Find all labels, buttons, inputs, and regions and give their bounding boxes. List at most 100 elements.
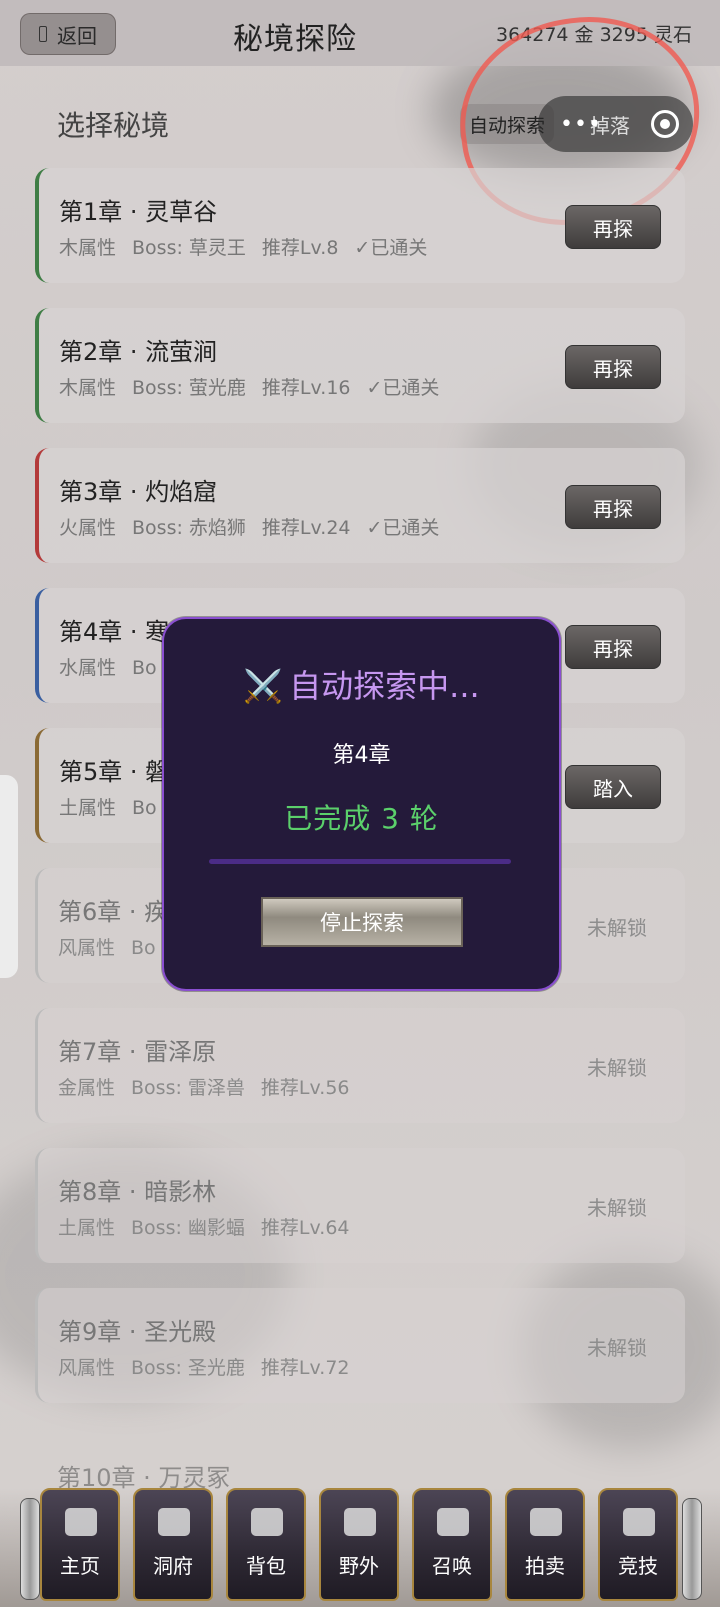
chapter-element: 风属性: [58, 1357, 116, 1379]
nav-icon: [623, 1508, 655, 1536]
chapter-element: 木属性: [59, 377, 117, 399]
nav-label: 野外: [339, 1554, 379, 1578]
chapter-action-button[interactable]: 踏入: [565, 765, 661, 809]
chapter-meta: 木属性 Boss: 草灵王 推荐Lv.8 ✓已通关: [59, 233, 443, 260]
nav-label: 洞府: [153, 1554, 193, 1578]
nav-label: 竞技: [618, 1554, 658, 1578]
chapter-name: 第2章 · 流萤涧: [59, 338, 218, 366]
chapter-status: ✓已通关: [354, 237, 428, 259]
chapter-boss: Boss: 萤光鹿: [132, 377, 246, 399]
chapter-name: 第8章 · 暗影林: [58, 1178, 217, 1206]
nav-icon: [158, 1508, 190, 1536]
chapter-meta: 土属性 Boss: 幽影蝠 推荐Lv.64: [58, 1213, 382, 1240]
modal-progress-bar: [209, 859, 511, 864]
locked-label: 未解锁: [587, 916, 647, 940]
chapter-boss: Boss: 圣光鹿: [131, 1357, 245, 1379]
side-edge-tab[interactable]: [0, 775, 18, 978]
crossed-swords-icon: ⚔️: [243, 667, 284, 705]
chapter-level: 推荐Lv.8: [261, 237, 339, 259]
currency-display: 364274 金 3295 灵石: [495, 24, 692, 46]
chapter-name: 第1章 · 灵草谷: [59, 198, 218, 226]
chapter-card[interactable]: 第7章 · 雷泽原金属性 Boss: 雷泽兽 推荐Lv.56 未解锁: [35, 1008, 685, 1123]
chapter-boss: Bo: [132, 657, 157, 679]
chapter-meta: 木属性 Boss: 萤光鹿 推荐Lv.16 ✓已通关: [59, 373, 455, 400]
nav-icon: [530, 1508, 562, 1536]
chapter-action-button[interactable]: 再探: [565, 625, 661, 669]
chapter-level: 推荐Lv.16: [261, 377, 351, 399]
chapter-name: 第6章 · 疾: [58, 898, 169, 926]
scroll-end-right: [682, 1498, 702, 1600]
chapter-element: 金属性: [58, 1077, 116, 1099]
chapter-meta: 火属性 Boss: 赤焰狮 推荐Lv.24 ✓已通关: [59, 513, 455, 540]
locked-label: 未解锁: [587, 1056, 647, 1080]
locked-label: 未解锁: [587, 1196, 647, 1220]
nav-item[interactable]: 拍卖: [505, 1488, 585, 1601]
chapter-status: ✓已通关: [366, 377, 440, 399]
chapter-element: 风属性: [58, 937, 116, 959]
nav-item[interactable]: 召唤: [412, 1488, 492, 1601]
modal-title-text: 自动探索中...: [289, 667, 480, 705]
chapter-card[interactable]: 第3章 · 灼焰窟 火属性 Boss: 赤焰狮 推荐Lv.24 ✓已通关 再探: [35, 448, 685, 563]
chapter-boss: Boss: 草灵王: [132, 237, 246, 259]
chapter-level: 推荐Lv.56: [260, 1077, 350, 1099]
stop-explore-label: 停止探索: [320, 911, 404, 935]
modal-progress: 已完成 3 轮: [284, 802, 439, 835]
chapter-name: 第3章 · 灼焰窟: [59, 478, 218, 506]
chapter-card[interactable]: 第2章 · 流萤涧木属性 Boss: 萤光鹿 推荐Lv.16 ✓已通关 再探: [35, 308, 685, 423]
nav-icon: [437, 1508, 469, 1536]
chapter-boss: Boss: 雷泽兽: [131, 1077, 245, 1099]
chapter-name: 第9章 · 圣光殿: [58, 1318, 217, 1346]
section-title: 选择秘境: [57, 109, 170, 142]
modal-title: ⚔️ 自动探索中...: [164, 661, 559, 707]
chapter-element: 木属性: [59, 237, 117, 259]
modal-chapter: 第4章: [332, 743, 391, 768]
chapter-meta: 金属性 Boss: 雷泽兽 推荐Lv.56: [58, 1073, 382, 1100]
close-target-icon[interactable]: [651, 110, 679, 138]
nav-icon: [251, 1508, 283, 1536]
chapter-boss: Boss: 幽影蝠: [131, 1217, 245, 1239]
mini-program-capsule[interactable]: ••• 掉落: [538, 96, 693, 152]
chapter-action-button[interactable]: 再探: [565, 485, 661, 529]
chapter-level: 推荐Lv.64: [260, 1217, 350, 1239]
locked-label: 未解锁: [587, 1336, 647, 1360]
auto-explore-label: 自动探索: [468, 114, 545, 137]
chapter-level: 推荐Lv.24: [261, 517, 351, 539]
chapter-element: 土属性: [58, 1217, 116, 1239]
chapter-boss: Bo: [132, 797, 157, 819]
scroll-end-left: [20, 1498, 40, 1600]
chapter-card[interactable]: 第8章 · 暗影林土属性 Boss: 幽影蝠 推荐Lv.64 未解锁: [35, 1148, 685, 1263]
nav-icon: [344, 1508, 376, 1536]
nav-label: 主页: [60, 1554, 100, 1578]
bottom-nav: 主页 洞府 背包 野外 召唤 拍卖 竞技: [0, 1488, 720, 1607]
auto-explore-modal: ⚔️ 自动探索中... 第4章 已完成 3 轮 停止探索: [162, 617, 561, 991]
chapter-level: 推荐Lv.72: [260, 1357, 350, 1379]
back-label: 返回: [57, 23, 97, 48]
nav-label: 召唤: [432, 1554, 472, 1578]
page-title: 秘境探险: [233, 22, 357, 57]
nav-item[interactable]: 主页: [40, 1488, 120, 1601]
chapter-meta: 风属性 Boss: 圣光鹿 推荐Lv.72: [58, 1353, 382, 1380]
chapter-boss: Bo: [131, 937, 156, 959]
chapter-element: 火属性: [59, 517, 117, 539]
chapter-status: ✓已通关: [366, 517, 440, 539]
back-icon: [39, 26, 47, 42]
nav-item[interactable]: 竞技: [598, 1488, 678, 1601]
back-button[interactable]: 返回: [20, 13, 116, 55]
nav-item[interactable]: 野外: [319, 1488, 399, 1601]
chapter-name: 第7章 · 雷泽原: [58, 1038, 217, 1066]
chapter-element: 水属性: [59, 657, 117, 679]
more-menu-icon[interactable]: •••: [560, 112, 602, 137]
chapter-element: 土属性: [59, 797, 117, 819]
chapter-action-button[interactable]: 再探: [565, 205, 661, 249]
chapter-card[interactable]: 第9章 · 圣光殿风属性 Boss: 圣光鹿 推荐Lv.72 未解锁: [35, 1288, 685, 1403]
nav-label: 拍卖: [525, 1554, 565, 1578]
nav-item[interactable]: 洞府: [133, 1488, 213, 1601]
chapter-action-button[interactable]: 再探: [565, 345, 661, 389]
chapter-card[interactable]: 第1章 · 灵草谷木属性 Boss: 草灵王 推荐Lv.8 ✓已通关 再探: [35, 168, 685, 283]
stop-explore-button[interactable]: 停止探索: [261, 897, 463, 947]
chapter-name: 第4章 · 寒: [59, 618, 170, 646]
nav-icon: [65, 1508, 97, 1536]
top-bar: 返回 秘境探险 364274 金 3295 灵石: [0, 0, 720, 66]
nav-label: 背包: [246, 1554, 286, 1578]
nav-item[interactable]: 背包: [226, 1488, 306, 1601]
